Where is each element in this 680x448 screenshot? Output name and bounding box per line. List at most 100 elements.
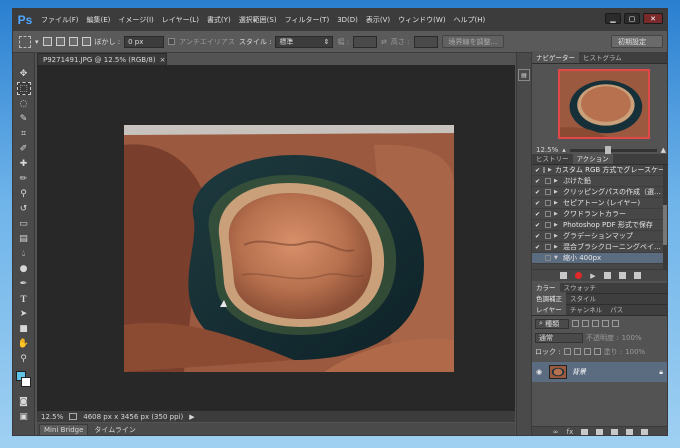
maximize-button[interactable]: ▢: [624, 13, 640, 24]
expand-arrow-icon[interactable]: ▶: [554, 178, 560, 184]
tab-channels[interactable]: チャンネル: [566, 303, 606, 315]
swap-icon[interactable]: ⇄: [381, 38, 387, 46]
filter-type-icon[interactable]: [592, 320, 599, 327]
menu-layer[interactable]: レイヤー(L): [158, 15, 203, 25]
opacity-value[interactable]: 100%: [622, 334, 642, 342]
action-row[interactable]: ✔ ▶ Photoshop PDF 形式で保存: [532, 220, 667, 231]
filter-shape-icon[interactable]: [602, 320, 609, 327]
status-export-icon[interactable]: [69, 413, 78, 420]
type-icon[interactable]: T: [17, 292, 31, 305]
zoom-in-icon[interactable]: ▲: [661, 146, 666, 154]
menu-edit[interactable]: 編集(E): [83, 15, 115, 25]
menu-type[interactable]: 書式(Y): [203, 15, 235, 25]
feather-input[interactable]: 0 px: [124, 35, 165, 48]
action-row[interactable]: ✔ ▶ 混合ブラシクローニングペイ…: [532, 242, 667, 253]
add-selection-icon[interactable]: [55, 37, 65, 46]
zoom-level[interactable]: 12.5%: [41, 413, 63, 421]
zoom-slider-handle[interactable]: [604, 145, 611, 154]
check-icon[interactable]: ✔: [535, 178, 542, 185]
record-icon[interactable]: [575, 272, 583, 279]
menu-image[interactable]: イメージ(I): [114, 15, 157, 25]
document-tab[interactable]: P9271491.JPG @ 12.5% (RGB/8) ×: [37, 53, 167, 65]
check-icon[interactable]: ✔: [535, 244, 542, 251]
navigator-thumbnail[interactable]: [558, 69, 650, 139]
check-icon[interactable]: ✔: [535, 233, 542, 240]
width-input[interactable]: [353, 35, 378, 48]
hand-icon[interactable]: ✋: [17, 337, 31, 350]
new-action-icon[interactable]: [618, 272, 626, 279]
check-icon[interactable]: ✔: [535, 211, 542, 218]
menu-3d[interactable]: 3D(D): [333, 16, 362, 24]
menu-select[interactable]: 選択範囲(S): [235, 15, 281, 25]
navigator-zoom-value[interactable]: 12.5%: [536, 146, 558, 154]
check-icon[interactable]: ✔: [535, 167, 540, 174]
lock-all-icon[interactable]: [593, 348, 601, 355]
dodge-icon[interactable]: ●: [17, 262, 31, 275]
antialias-checkbox[interactable]: [168, 38, 176, 45]
delete-layer-icon[interactable]: [641, 428, 649, 435]
tab-paths[interactable]: パス: [606, 303, 627, 315]
eyedropper-icon[interactable]: ✐: [17, 142, 31, 155]
dialog-toggle-icon[interactable]: [545, 244, 551, 250]
lasso-icon[interactable]: ◌: [17, 97, 31, 110]
filter-pixel-icon[interactable]: [572, 320, 579, 327]
dialog-toggle-icon[interactable]: [545, 178, 551, 184]
zoom-slider[interactable]: [569, 145, 657, 154]
color-swatches[interactable]: [15, 371, 32, 389]
action-row[interactable]: ✔ ▶ ぷけた鉛: [532, 176, 667, 187]
action-row-selected[interactable]: ▼ 縮小 400px: [532, 253, 667, 264]
expand-arrow-icon[interactable]: ▶: [554, 244, 560, 250]
action-row[interactable]: ✔ ▶ クリッピングパスの作成（選…: [532, 187, 667, 198]
dialog-toggle-icon[interactable]: [545, 189, 551, 195]
menu-filter[interactable]: フィルター(T): [281, 15, 334, 25]
blend-mode-select[interactable]: 通常: [535, 332, 583, 343]
scrollbar-thumb[interactable]: [663, 205, 667, 245]
action-row[interactable]: ✔ ▶ セピアトーン (レイヤー): [532, 198, 667, 209]
actions-scrollbar[interactable]: [663, 165, 667, 269]
expand-arrow-icon[interactable]: ▶: [554, 189, 560, 195]
filter-smart-object-icon[interactable]: [612, 320, 619, 327]
intersect-selection-icon[interactable]: [81, 37, 91, 46]
new-selection-icon[interactable]: [42, 37, 52, 46]
expand-arrow-icon[interactable]: ▶: [554, 222, 560, 228]
dialog-toggle-icon[interactable]: [545, 200, 551, 206]
style-select[interactable]: 標準 ⇕: [275, 35, 334, 48]
move-icon[interactable]: ✥: [17, 67, 31, 80]
history-panel-icon[interactable]: ▤: [518, 69, 530, 81]
dialog-toggle-icon[interactable]: [545, 233, 551, 239]
zoom-icon[interactable]: ⚲: [17, 352, 31, 365]
play-icon[interactable]: ▶: [590, 272, 595, 280]
dialog-toggle-icon[interactable]: [545, 255, 551, 261]
collapse-arrow-icon[interactable]: ▼: [554, 255, 560, 261]
action-row[interactable]: ✔ ▶ グラデーションマップ: [532, 231, 667, 242]
clone-stamp-icon[interactable]: ⚲: [17, 187, 31, 200]
quick-mask-icon[interactable]: ◙: [17, 395, 31, 408]
marquee-preset-icon[interactable]: [19, 35, 31, 48]
refine-edge-button[interactable]: 境界線を調整...: [441, 35, 505, 48]
layer-filter-select[interactable]: ⌕ 種類: [535, 318, 569, 329]
tab-mini-bridge[interactable]: Mini Bridge: [39, 424, 89, 435]
marquee-icon[interactable]: ⬚: [16, 82, 31, 95]
close-tab-icon[interactable]: ×: [160, 56, 166, 64]
preset-dropdown-icon[interactable]: ▾: [35, 38, 39, 46]
new-layer-icon[interactable]: [626, 428, 634, 435]
new-set-icon[interactable]: [603, 272, 611, 279]
gradient-icon[interactable]: ▤: [17, 232, 31, 245]
adjustment-layer-icon[interactable]: [596, 428, 604, 435]
lock-pixels-icon[interactable]: [573, 348, 581, 355]
stop-icon[interactable]: [560, 272, 568, 279]
expand-arrow-icon[interactable]: ▶: [548, 167, 552, 173]
fx-icon[interactable]: fx: [567, 428, 574, 435]
link-icon[interactable]: ∞: [553, 428, 559, 435]
tab-timeline[interactable]: タイムライン: [90, 424, 140, 435]
path-select-icon[interactable]: ➤: [17, 307, 31, 320]
history-brush-icon[interactable]: ↺: [17, 202, 31, 215]
height-input[interactable]: [413, 35, 438, 48]
lock-transparency-icon[interactable]: [563, 348, 571, 355]
action-row[interactable]: ✔ ▶ クワドラントカラー: [532, 209, 667, 220]
dialog-toggle-icon[interactable]: [545, 211, 551, 217]
screen-mode-icon[interactable]: ▣: [17, 410, 31, 423]
filter-adjustment-icon[interactable]: [582, 320, 589, 327]
brush-icon[interactable]: ✏: [17, 172, 31, 185]
action-row[interactable]: ✔ ▶ カスタム RGB 方式でグレースケール: [532, 165, 667, 176]
